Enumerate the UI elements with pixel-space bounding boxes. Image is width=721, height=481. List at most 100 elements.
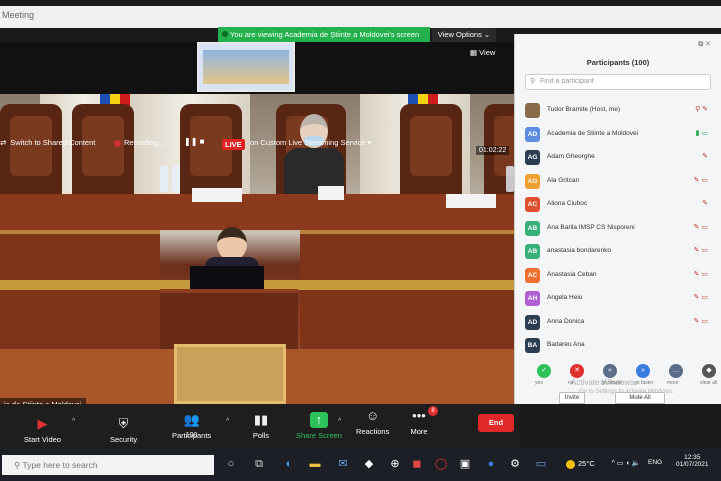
meeting-timer: 01:02:22 (476, 146, 510, 155)
participants-panel: Participants (100) ⧉ ✕ ⚲ Find a particip… (514, 34, 721, 404)
switch-to-shared-content[interactable]: ⇄ Switch to Shared Content (0, 138, 95, 147)
panel-window-controls[interactable]: ⧉ ✕ (698, 40, 711, 49)
participant-row[interactable]: AD Anna Donica ✎ ▭ (515, 312, 721, 336)
participant-list[interactable]: Tudor Bramite (Host, me) ⚲ ✎ AD Academia de… (515, 100, 721, 359)
sun-icon (566, 459, 575, 469)
share-screen-icon: ↑ (309, 412, 328, 428)
reaction-clear-all-icon[interactable]: ◆ (702, 364, 716, 378)
reaction-go-slower-icon[interactable]: « (603, 364, 617, 378)
desktop-icon[interactable]: ▭ (534, 457, 548, 471)
view-options-button[interactable]: View Options ⌄ (432, 28, 496, 42)
search-icon: ⚲ (530, 78, 536, 85)
video-options-caret[interactable]: ^ (72, 418, 75, 425)
file-explorer-icon[interactable]: ▬ (308, 457, 322, 471)
participant-row[interactable]: AB Ana Barila IMSP CS Nisporeni ✎ ▭ (515, 218, 721, 242)
dropbox-icon[interactable]: ◆ (362, 457, 376, 471)
mic-video-status-icon: ✎ (702, 200, 708, 207)
start-video-button[interactable]: ▶ Start Video (24, 416, 61, 444)
title-bar: Meeting (0, 6, 721, 28)
app-icon[interactable]: ◼ (410, 457, 424, 471)
weather-widget[interactable]: 25°C (566, 459, 595, 469)
participant-row[interactable]: BA Badareu Ana (515, 335, 721, 359)
shield-icon: ⛨ (118, 416, 129, 431)
participant-name: Ana Barila IMSP CS Nisporeni (547, 223, 635, 231)
participant-name: Angela Heiu (547, 294, 583, 301)
share-options-caret[interactable]: ^ (338, 418, 341, 425)
avatar: AH (525, 291, 540, 306)
reaction-no-icon[interactable]: ✕ (570, 364, 584, 378)
participants-caret[interactable]: ^ (226, 418, 229, 425)
clock[interactable]: 12:35 01/07/2021 (676, 454, 709, 468)
stop-icon[interactable]: ■ (200, 137, 205, 146)
live-streaming-service[interactable]: on Custom Live Streaming Service ▾ (250, 138, 371, 147)
participant-row[interactable]: AG Ala Gritcan ✎ ▭ (515, 171, 721, 195)
tray-icons[interactable]: ^ ▭ ◖ 🔈 (608, 457, 644, 471)
invite-button[interactable]: Invite (559, 392, 585, 404)
participant-name: Tudor Bramite (Host, me) (547, 106, 621, 113)
avatar: AC (525, 197, 540, 212)
participant-name: Anna Donica (547, 317, 585, 325)
participant-row[interactable]: Tudor Bramite (Host, me) ⚲ ✎ (515, 100, 721, 124)
participant-row[interactable]: AG Adam Gheorghe ✎ (515, 147, 721, 171)
mic-video-status-icon: ⚲ ✎ (695, 106, 708, 113)
reactions-icon: ☺ (366, 408, 380, 423)
chrome-icon[interactable]: ⊕ (388, 457, 402, 471)
find-participant-input[interactable]: ⚲ Find a participant (525, 74, 711, 90)
mic-video-status-icon: ✎ ▭ (693, 270, 708, 278)
security-button[interactable]: ⛨ Security (110, 416, 137, 444)
participant-name: anastasia bondarenko (547, 247, 611, 254)
meeting-toolbar: ▶ Start Video ^ ⛨ Security 👥 100 Participan… (0, 404, 521, 448)
participant-name: Badareu Ana (547, 341, 585, 348)
mic-video-status-icon: ✎ ▭ (693, 223, 708, 231)
participants-icon: 👥 100 (183, 412, 200, 439)
participants-button[interactable]: 👥 100 Participants (172, 412, 211, 440)
mic-video-status-icon: ✎ ▭ (693, 247, 708, 254)
participant-row[interactable]: AC Aliona Ciuboc ✎ (515, 194, 721, 218)
more-badge: 8 (428, 406, 438, 416)
share-indicator-icon (222, 31, 228, 37)
mic-video-status-icon: ✎ ▭ (693, 317, 708, 325)
polls-button[interactable]: ▮▮ Polls (252, 412, 270, 440)
participant-row[interactable]: AD Academia de Stiinte a Moldovei ▮ ▭ (515, 124, 721, 148)
pause-icon[interactable]: ❚❚ (184, 137, 197, 146)
reaction-label: yes (535, 380, 543, 386)
panel-footer: ✓ yes ✕ no «go slower» go faster… more ◆ clear a… (515, 364, 721, 404)
avatar: AC (525, 267, 540, 283)
end-meeting-button[interactable]: End (478, 414, 514, 432)
reaction-more-icon[interactable]: … (669, 364, 683, 378)
recording-controls[interactable]: ❚❚ ■ (184, 137, 204, 146)
avatar: AG (525, 150, 540, 165)
participant-name: Adam Gheorghe (547, 153, 595, 160)
reaction-label: clear all (700, 380, 718, 386)
input-language[interactable]: ENG (648, 459, 662, 466)
avatar: AB (525, 244, 540, 259)
app-badge-icon[interactable]: ● (484, 457, 498, 471)
shared-screen-thumbnail[interactable] (197, 42, 295, 92)
mail-icon[interactable]: ✉ (336, 457, 350, 471)
view-button[interactable]: ▦ View (470, 48, 495, 57)
participant-row[interactable]: AB anastasia bondarenko ✎ ▭ (515, 241, 721, 265)
taskbar-search-input[interactable]: ⚲ Type here to search (2, 455, 214, 475)
participant-name: Ala Gritcan (547, 176, 580, 184)
reaction-yes-icon[interactable]: ✓ (537, 364, 551, 378)
screen: Meeting You are viewing Academia de Știi… (0, 0, 721, 481)
cortana-icon[interactable]: ○ (224, 457, 238, 471)
zoom-app-icon[interactable]: ▣ (458, 457, 472, 471)
participant-name: Anastasia Ceban (547, 270, 597, 278)
opera-icon[interactable]: ◯ (434, 457, 448, 471)
reactions-button[interactable]: ☺ Reactions (356, 408, 389, 436)
reaction-go-faster-icon[interactable]: » (636, 364, 650, 378)
avatar (525, 103, 540, 118)
share-screen-button[interactable]: ↑ Share Screen (296, 412, 342, 440)
more-button[interactable]: ••• More 8 (410, 406, 438, 436)
participant-row[interactable]: AC Anastasia Ceban ✎ ▭ (515, 265, 721, 289)
mute-all-button[interactable]: Mute All (615, 392, 665, 404)
task-view-icon[interactable]: ⧉ (252, 457, 266, 471)
video-off-icon: ▶ (37, 416, 48, 431)
mic-video-status-icon: ▮ ▭ (695, 129, 708, 137)
settings-icon[interactable]: ⚙ (508, 457, 522, 471)
podium-emblem (174, 344, 286, 404)
participant-row[interactable]: AH Angela Heiu ✎ ▭ (515, 288, 721, 312)
edge-icon[interactable]: ◐ (282, 457, 296, 471)
mic-video-status-icon: ✎ (702, 153, 708, 160)
